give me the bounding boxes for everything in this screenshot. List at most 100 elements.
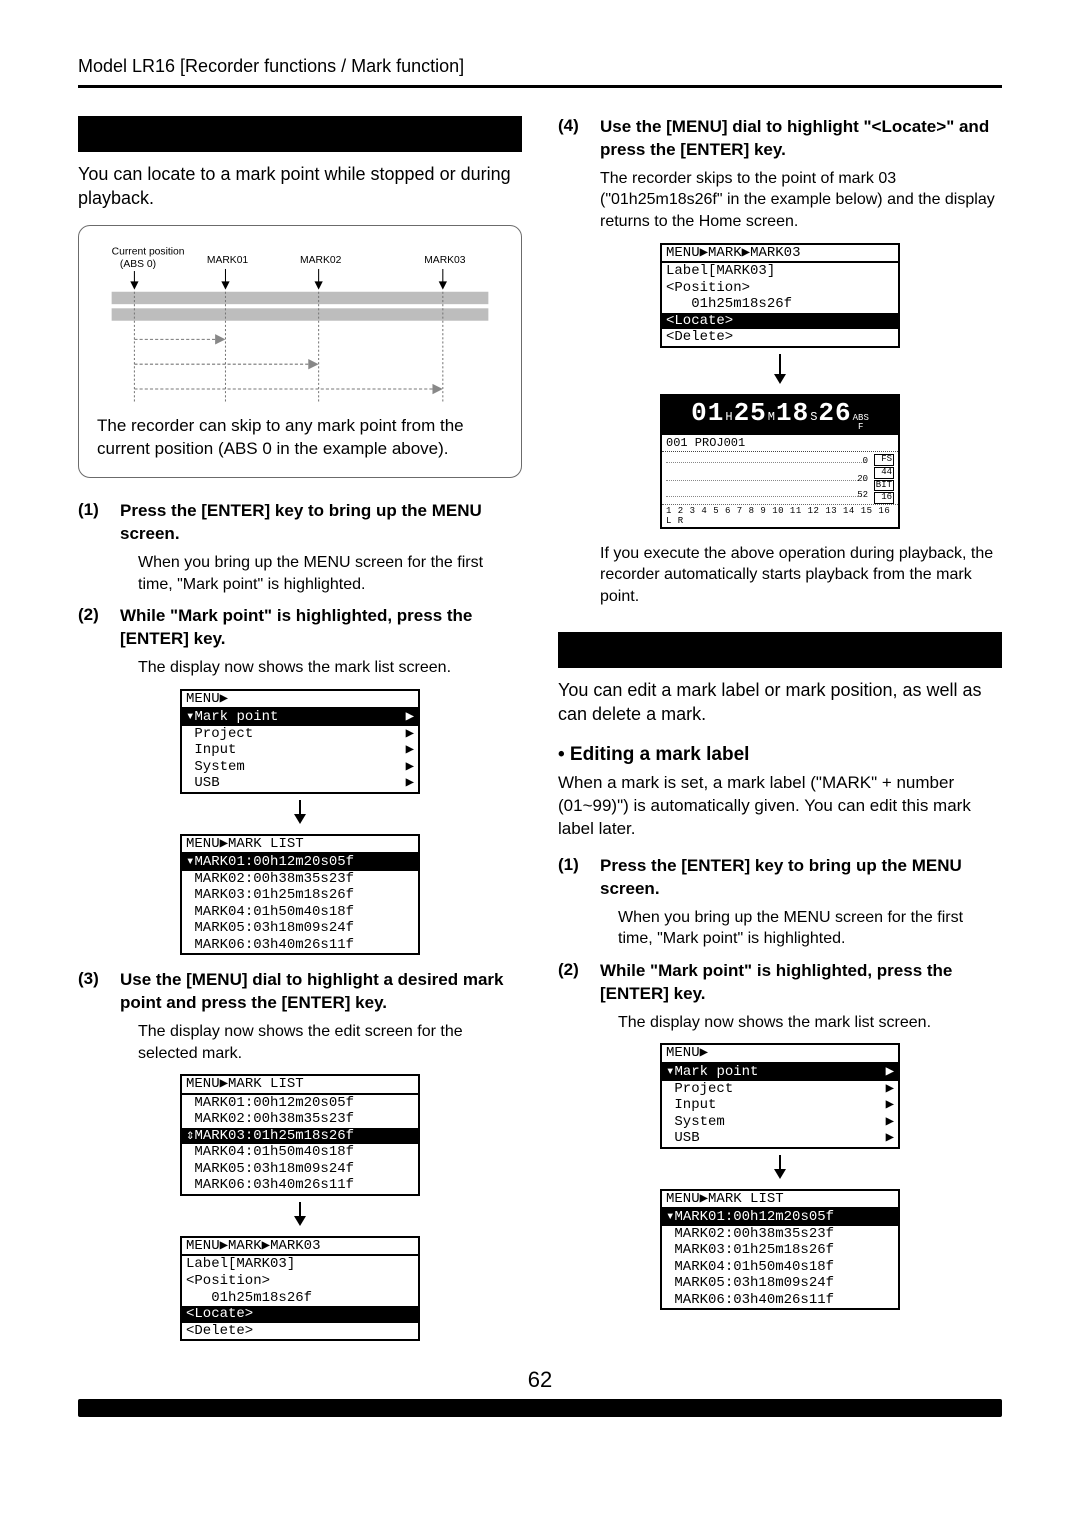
lcd-position-value: 01h25m18s26f [662,296,898,313]
left-step-1: (1) Press the [ENTER] key to bring up th… [78,500,522,546]
page-header: Model LR16 [Recorder functions / Mark fu… [78,56,1002,77]
lcd-menu-item: Project▶ [662,1081,898,1098]
lcd-locate-line: <Locate> [182,1306,418,1323]
lcd-mark-row: MARK06:03h40m26s11f [182,1177,418,1194]
lcd-mark-row: MARK03:01h25m18s26f [182,887,418,904]
right-column: (4) Use the [MENU] dial to highlight "<L… [558,116,1002,1355]
abs-label: (ABS 0) [120,259,156,270]
lcd-menu-item: System▶ [182,759,418,776]
lcd-mark-edit: MENU▶MARK▶MARK03 Label[MARK03] <Position… [660,243,900,348]
right-step-4-note: The recorder skips to the point of mark … [600,168,1002,233]
footer-bar [78,1399,1002,1417]
page: Model LR16 [Recorder functions / Mark fu… [0,0,1080,1526]
timeline-svg: Current position (ABS 0) MARK01 MARK02 M… [93,240,507,406]
lcd-title: MENU▶MARK LIST [182,836,418,855]
lcd-locate-line: <Locate> [662,313,898,330]
lcd-mark-list-hl3: MENU▶MARK LIST MARK01:00h12m20s05f MARK0… [180,1074,420,1196]
lcd-mark-row: MARK06:03h40m26s11f [182,937,418,954]
lcd-menu-item: Input▶ [662,1097,898,1114]
home-meter: 0 20 52 FS 44 BIT 16 [662,452,898,505]
step-num: (1) [558,855,586,901]
lcd-mark-row: MARK05:03h18m09s24f [182,920,418,937]
lcd-mark-row: MARK04:01h50m40s18f [182,1144,418,1161]
lcd-locate-group: MENU▶MARK▶MARK03 Label[MARK03] <Position… [660,243,900,529]
right-step-2-note: The display now shows the mark list scre… [618,1012,1002,1034]
left-step-2-note: The display now shows the mark list scre… [138,657,522,679]
lcd-label-line: Label[MARK03] [662,263,898,280]
lcd-mark-row: ⇕MARK03:01h25m18s26f [182,1128,418,1145]
label-intro: When a mark is set, a mark label ("MARK"… [558,772,1002,841]
lcd-title: MENU▶MARK LIST [662,1191,898,1210]
step-num: (1) [78,500,106,546]
step-title: Press the [ENTER] key to bring up the ME… [600,855,1002,901]
left-step-1-note: When you bring up the MENU screen for th… [138,552,522,595]
header-rule [78,85,1002,88]
step-title: While "Mark point" is highlighted, press… [600,960,1002,1006]
down-arrow-icon [180,1202,420,1230]
mark02-label: MARK02 [300,254,342,265]
right-step-2: (2) While "Mark point" is highlighted, p… [558,960,1002,1006]
step-title: Use the [MENU] dial to highlight "<Locat… [600,116,1002,162]
lcd-delete-line: <Delete> [662,329,898,346]
lcd-mark-row: MARK05:03h18m09s24f [662,1275,898,1292]
down-arrow-icon [660,354,900,388]
lcd-menu-item: USB▶ [182,775,418,792]
left-column: You can locate to a mark point while sto… [78,116,522,1355]
step-num: (2) [558,960,586,1006]
left-step-3: (3) Use the [MENU] dial to highlight a d… [78,969,522,1015]
home-scale: 1 2 3 4 5 6 7 8 9 10 11 12 13 14 15 16 L… [662,505,898,527]
lcd-mark-edit-group: MENU▶MARK LIST MARK01:00h12m20s05f MARK0… [180,1074,420,1341]
edit-intro: You can edit a mark label or mark positi… [558,678,1002,727]
lcd-position-line: <Position> [182,1273,418,1290]
lcd-mark-edit: MENU▶MARK▶MARK03 Label[MARK03] <Position… [180,1236,420,1341]
lcd-mark-row: MARK01:00h12m20s05f [182,1095,418,1112]
left-step-2: (2) While "Mark point" is highlighted, p… [78,605,522,651]
home-time: 01H 25M 18S 26 ABSF [662,396,898,434]
right-step-1-note: When you bring up the MENU screen for th… [618,907,1002,950]
home-project: 001 PROJ001 [662,434,898,452]
lcd-mark-row: MARK05:03h18m09s24f [182,1161,418,1178]
lcd-mark-row: MARK02:00h38m35s23f [182,871,418,888]
section-bar-locate [78,116,522,152]
lcd-right-menu-group: MENU▶ ▾Mark point▶ Project▶ Input▶ Syste… [660,1043,900,1310]
lcd-label-line: Label[MARK03] [182,1256,418,1273]
mark03-label: MARK03 [424,254,466,265]
step-num: (3) [78,969,106,1015]
lcd-mark-row: MARK04:01h50m40s18f [182,904,418,921]
step-title: While "Mark point" is highlighted, press… [120,605,522,651]
lcd-title: MENU▶ [182,691,418,710]
locate-intro: You can locate to a mark point while sto… [78,162,522,211]
two-columns: You can locate to a mark point while sto… [78,116,1002,1355]
lcd-mark-row: ▾MARK01:00h12m20s05f [662,1209,898,1226]
lcd-mark-row: MARK02:00h38m35s23f [182,1111,418,1128]
lcd-home-screen: 01H 25M 18S 26 ABSF 001 PROJ001 0 20 52 [660,394,900,529]
lcd-title: MENU▶ [662,1045,898,1064]
lcd-menu-item: Input▶ [182,742,418,759]
lcd-menu-item-markpoint: ▾Mark point▶ [182,709,418,726]
lcd-title: MENU▶MARK▶MARK03 [662,245,898,264]
lcd-title: MENU▶MARK▶MARK03 [182,1238,418,1257]
down-arrow-icon [180,800,420,828]
lcd-mark-row: MARK06:03h40m26s11f [662,1292,898,1309]
lcd-menu-item: System▶ [662,1114,898,1131]
lcd-mark-row: MARK03:01h25m18s26f [662,1242,898,1259]
mark01-label: MARK01 [207,254,249,265]
lcd-mark-row: ▾MARK01:00h12m20s05f [182,854,418,871]
lcd-menu: MENU▶ ▾Mark point▶ Project▶ Input▶ Syste… [180,689,420,794]
step-num: (4) [558,116,586,162]
lcd-menu-group: MENU▶ ▾Mark point▶ Project▶ Input▶ Syste… [180,689,420,956]
lcd-title: MENU▶MARK LIST [182,1076,418,1095]
lcd-menu-item: USB▶ [662,1130,898,1147]
sub-editing-label: • Editing a mark label [558,744,1002,766]
down-arrow-icon [660,1155,900,1183]
step-title: Press the [ENTER] key to bring up the ME… [120,500,522,546]
lcd-menu-item: Project▶ [182,726,418,743]
right-step-1: (1) Press the [ENTER] key to bring up th… [558,855,1002,901]
left-step-3-note: The display now shows the edit screen fo… [138,1021,522,1064]
diagram-caption: The recorder can skip to any mark point … [97,415,503,461]
lcd-delete-line: <Delete> [182,1323,418,1340]
right-step-4: (4) Use the [MENU] dial to highlight "<L… [558,116,1002,162]
section-bar-edit [558,632,1002,668]
lcd-menu: MENU▶ ▾Mark point▶ Project▶ Input▶ Syste… [660,1043,900,1148]
step-num: (2) [78,605,106,651]
